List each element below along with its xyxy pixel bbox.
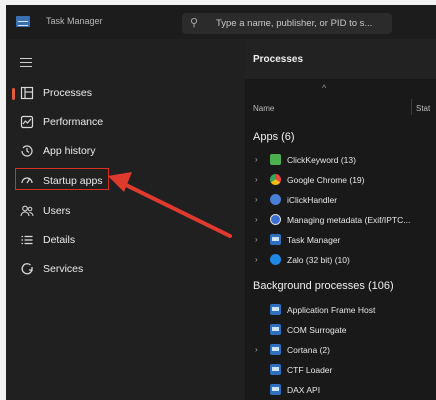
- process-name: COM Surrogate: [287, 325, 347, 335]
- sidebar-item-label: App history: [43, 145, 96, 157]
- search-input[interactable]: Type a name, publisher, or PID to s...: [216, 18, 372, 29]
- task-manager-icon: [270, 234, 281, 245]
- zalo-icon: [270, 254, 281, 265]
- annotation-highlight-box: [15, 168, 109, 190]
- background-group-heading: Background processes (106): [253, 280, 394, 292]
- processes-header: Processes: [245, 39, 436, 79]
- search-box[interactable]: ⚲ Type a name, publisher, or PID to s...: [182, 13, 392, 34]
- process-row[interactable]: › Managing metadata (Exif/IPTC...: [245, 212, 436, 230]
- processes-panel: Processes ^ Name Stat Apps (6) › ClickKe…: [245, 39, 436, 400]
- sidebar-item-label: Performance: [43, 116, 104, 128]
- history-icon: [19, 144, 35, 160]
- process-name: DAX API: [287, 385, 321, 395]
- processes-icon: [19, 86, 35, 102]
- process-name: Task Manager: [287, 235, 341, 245]
- process-row[interactable]: › iClickHandler: [245, 192, 436, 210]
- chevron-right-icon[interactable]: ›: [255, 215, 258, 224]
- active-indicator: [12, 88, 15, 100]
- process-row[interactable]: › Google Chrome (19): [245, 172, 436, 190]
- chevron-right-icon[interactable]: ›: [255, 175, 258, 184]
- sidebar-item-label: Services: [43, 263, 84, 275]
- task-manager-app-icon: [16, 16, 30, 27]
- chevron-right-icon[interactable]: ›: [255, 195, 258, 204]
- process-name: iClickHandler: [287, 195, 338, 205]
- sidebar-item-label: Processes: [43, 87, 93, 99]
- process-row[interactable]: COM Surrogate: [245, 322, 436, 340]
- process-row[interactable]: › ClickKeyword (13): [245, 152, 436, 170]
- details-icon: [19, 233, 35, 249]
- application-icon: [270, 324, 281, 335]
- process-row[interactable]: CTF Loader: [245, 362, 436, 380]
- sidebar-item-app-history[interactable]: App history: [6, 138, 245, 166]
- title-bar: Task Manager ⚲ Type a name, publisher, o…: [6, 5, 436, 39]
- column-header-status[interactable]: Stat: [416, 104, 430, 113]
- task-manager-window: Task Manager ⚲ Type a name, publisher, o…: [6, 5, 436, 400]
- services-icon: [19, 262, 35, 278]
- process-row[interactable]: › Cortana (2): [245, 342, 436, 360]
- iclickhandler-icon: [270, 194, 281, 205]
- process-name: Managing metadata (Exif/IPTC...: [287, 215, 411, 225]
- sort-caret-icon[interactable]: ^: [322, 83, 326, 93]
- chevron-right-icon[interactable]: ›: [255, 155, 258, 164]
- sidebar-item-users[interactable]: Users: [6, 198, 245, 226]
- metadata-icon: [270, 214, 281, 225]
- hamburger-menu-icon[interactable]: [20, 58, 32, 67]
- apps-group-heading: Apps (6): [253, 131, 295, 143]
- sidebar-item-performance[interactable]: Performance: [6, 109, 245, 137]
- search-icon: ⚲: [190, 17, 199, 29]
- column-divider[interactable]: [411, 99, 412, 115]
- performance-icon: [19, 115, 35, 131]
- application-icon: [270, 344, 281, 355]
- process-name: Cortana (2): [287, 345, 330, 355]
- sidebar-item-services[interactable]: Services: [6, 256, 245, 284]
- clickkeyword-icon: [270, 154, 281, 165]
- chevron-right-icon[interactable]: ›: [255, 235, 258, 244]
- sidebar-item-label: Details: [43, 234, 76, 246]
- application-icon: [270, 384, 281, 395]
- process-row[interactable]: › Zalo (32 bit) (10): [245, 252, 436, 270]
- chevron-right-icon[interactable]: ›: [255, 345, 258, 354]
- chevron-right-icon[interactable]: ›: [255, 255, 258, 264]
- process-row[interactable]: › Task Manager: [245, 232, 436, 250]
- sidebar-item-details[interactable]: Details: [6, 227, 245, 255]
- sidebar-item-processes[interactable]: Processes: [6, 80, 245, 108]
- process-name: Google Chrome (19): [287, 175, 365, 185]
- application-icon: [270, 304, 281, 315]
- sidebar: Processes Performance App history Startu…: [6, 39, 245, 400]
- chrome-icon: [270, 174, 281, 185]
- process-row[interactable]: DAX API: [245, 382, 436, 400]
- sidebar-item-label: Users: [43, 205, 71, 217]
- process-name: Application Frame Host: [287, 305, 376, 315]
- column-header-name[interactable]: Name: [253, 104, 274, 113]
- process-name: CTF Loader: [287, 365, 333, 375]
- process-name: Zalo (32 bit) (10): [287, 255, 350, 265]
- users-icon: [19, 204, 35, 220]
- process-row[interactable]: Application Frame Host: [245, 302, 436, 320]
- process-name: ClickKeyword (13): [287, 155, 356, 165]
- application-icon: [270, 364, 281, 375]
- window-title: Task Manager: [46, 16, 103, 26]
- page-title: Processes: [253, 54, 304, 65]
